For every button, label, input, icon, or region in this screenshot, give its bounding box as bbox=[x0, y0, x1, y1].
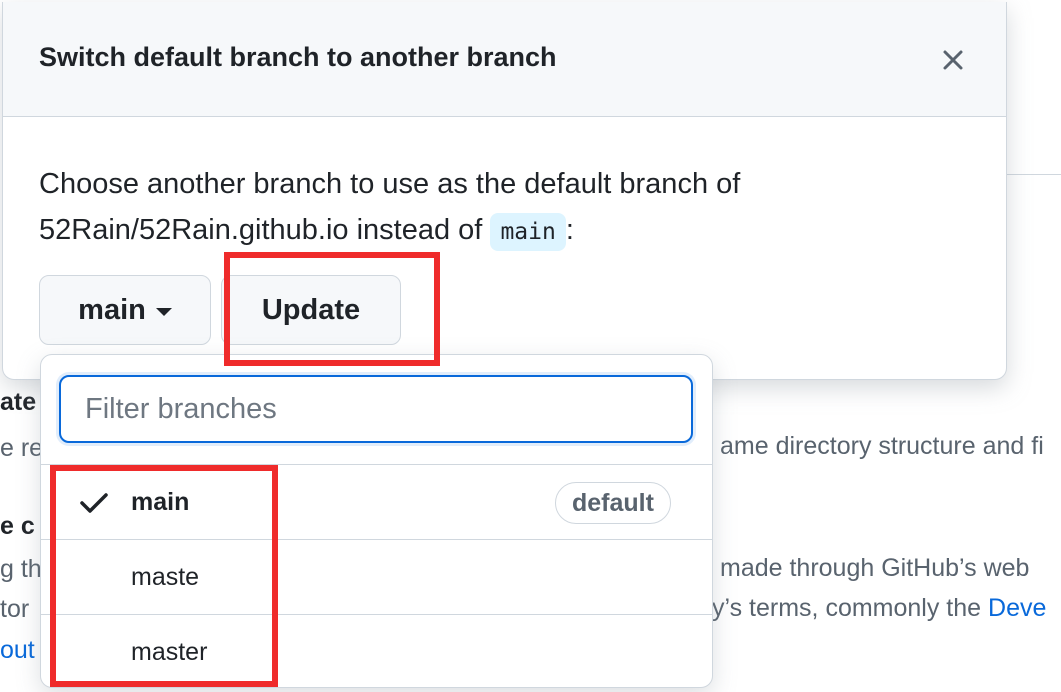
background-link-fragment[interactable]: out bbox=[0, 636, 40, 665]
current-branch-code: main bbox=[490, 213, 566, 251]
filter-branches-input[interactable] bbox=[59, 375, 693, 443]
background-heading-fragment: e c bbox=[0, 512, 35, 540]
update-button-highlight bbox=[224, 252, 440, 366]
background-text-fragment: tor bbox=[0, 595, 30, 623]
background-text-fragment: e re bbox=[0, 434, 40, 462]
branch-select-button[interactable]: main bbox=[39, 275, 211, 345]
branch-list-highlight bbox=[50, 465, 278, 687]
dialog-title: Switch default branch to another branch bbox=[39, 42, 557, 72]
caret-down-icon bbox=[155, 307, 172, 316]
background-text-fragment: made through GitHub’s web bbox=[720, 554, 1030, 582]
description-suffix: : bbox=[565, 214, 574, 246]
close-button[interactable] bbox=[933, 40, 973, 80]
default-badge: default bbox=[555, 482, 671, 524]
background-text-fragment: g th bbox=[0, 555, 40, 583]
switch-default-branch-dialog: Switch default branch to another branch … bbox=[2, 2, 1007, 380]
background-text-fragment: ame directory structure and fi bbox=[720, 432, 1044, 460]
dialog-header: Switch default branch to another branch bbox=[3, 2, 1006, 117]
background-heading-fragment: ate bbox=[0, 388, 37, 416]
description-text: Choose another branch to use as the defa… bbox=[39, 168, 741, 246]
background-text-span: y’s terms, commonly the bbox=[712, 594, 989, 622]
background-divider bbox=[1000, 174, 1061, 175]
close-icon bbox=[943, 50, 963, 70]
dialog-description: Choose another branch to use as the defa… bbox=[39, 161, 839, 255]
developer-terms-link[interactable]: Deve bbox=[988, 594, 1046, 622]
filter-section bbox=[41, 355, 712, 465]
background-text-fragment: y’s terms, commonly the Deve bbox=[712, 594, 1046, 623]
branch-select-label: main bbox=[78, 293, 146, 326]
